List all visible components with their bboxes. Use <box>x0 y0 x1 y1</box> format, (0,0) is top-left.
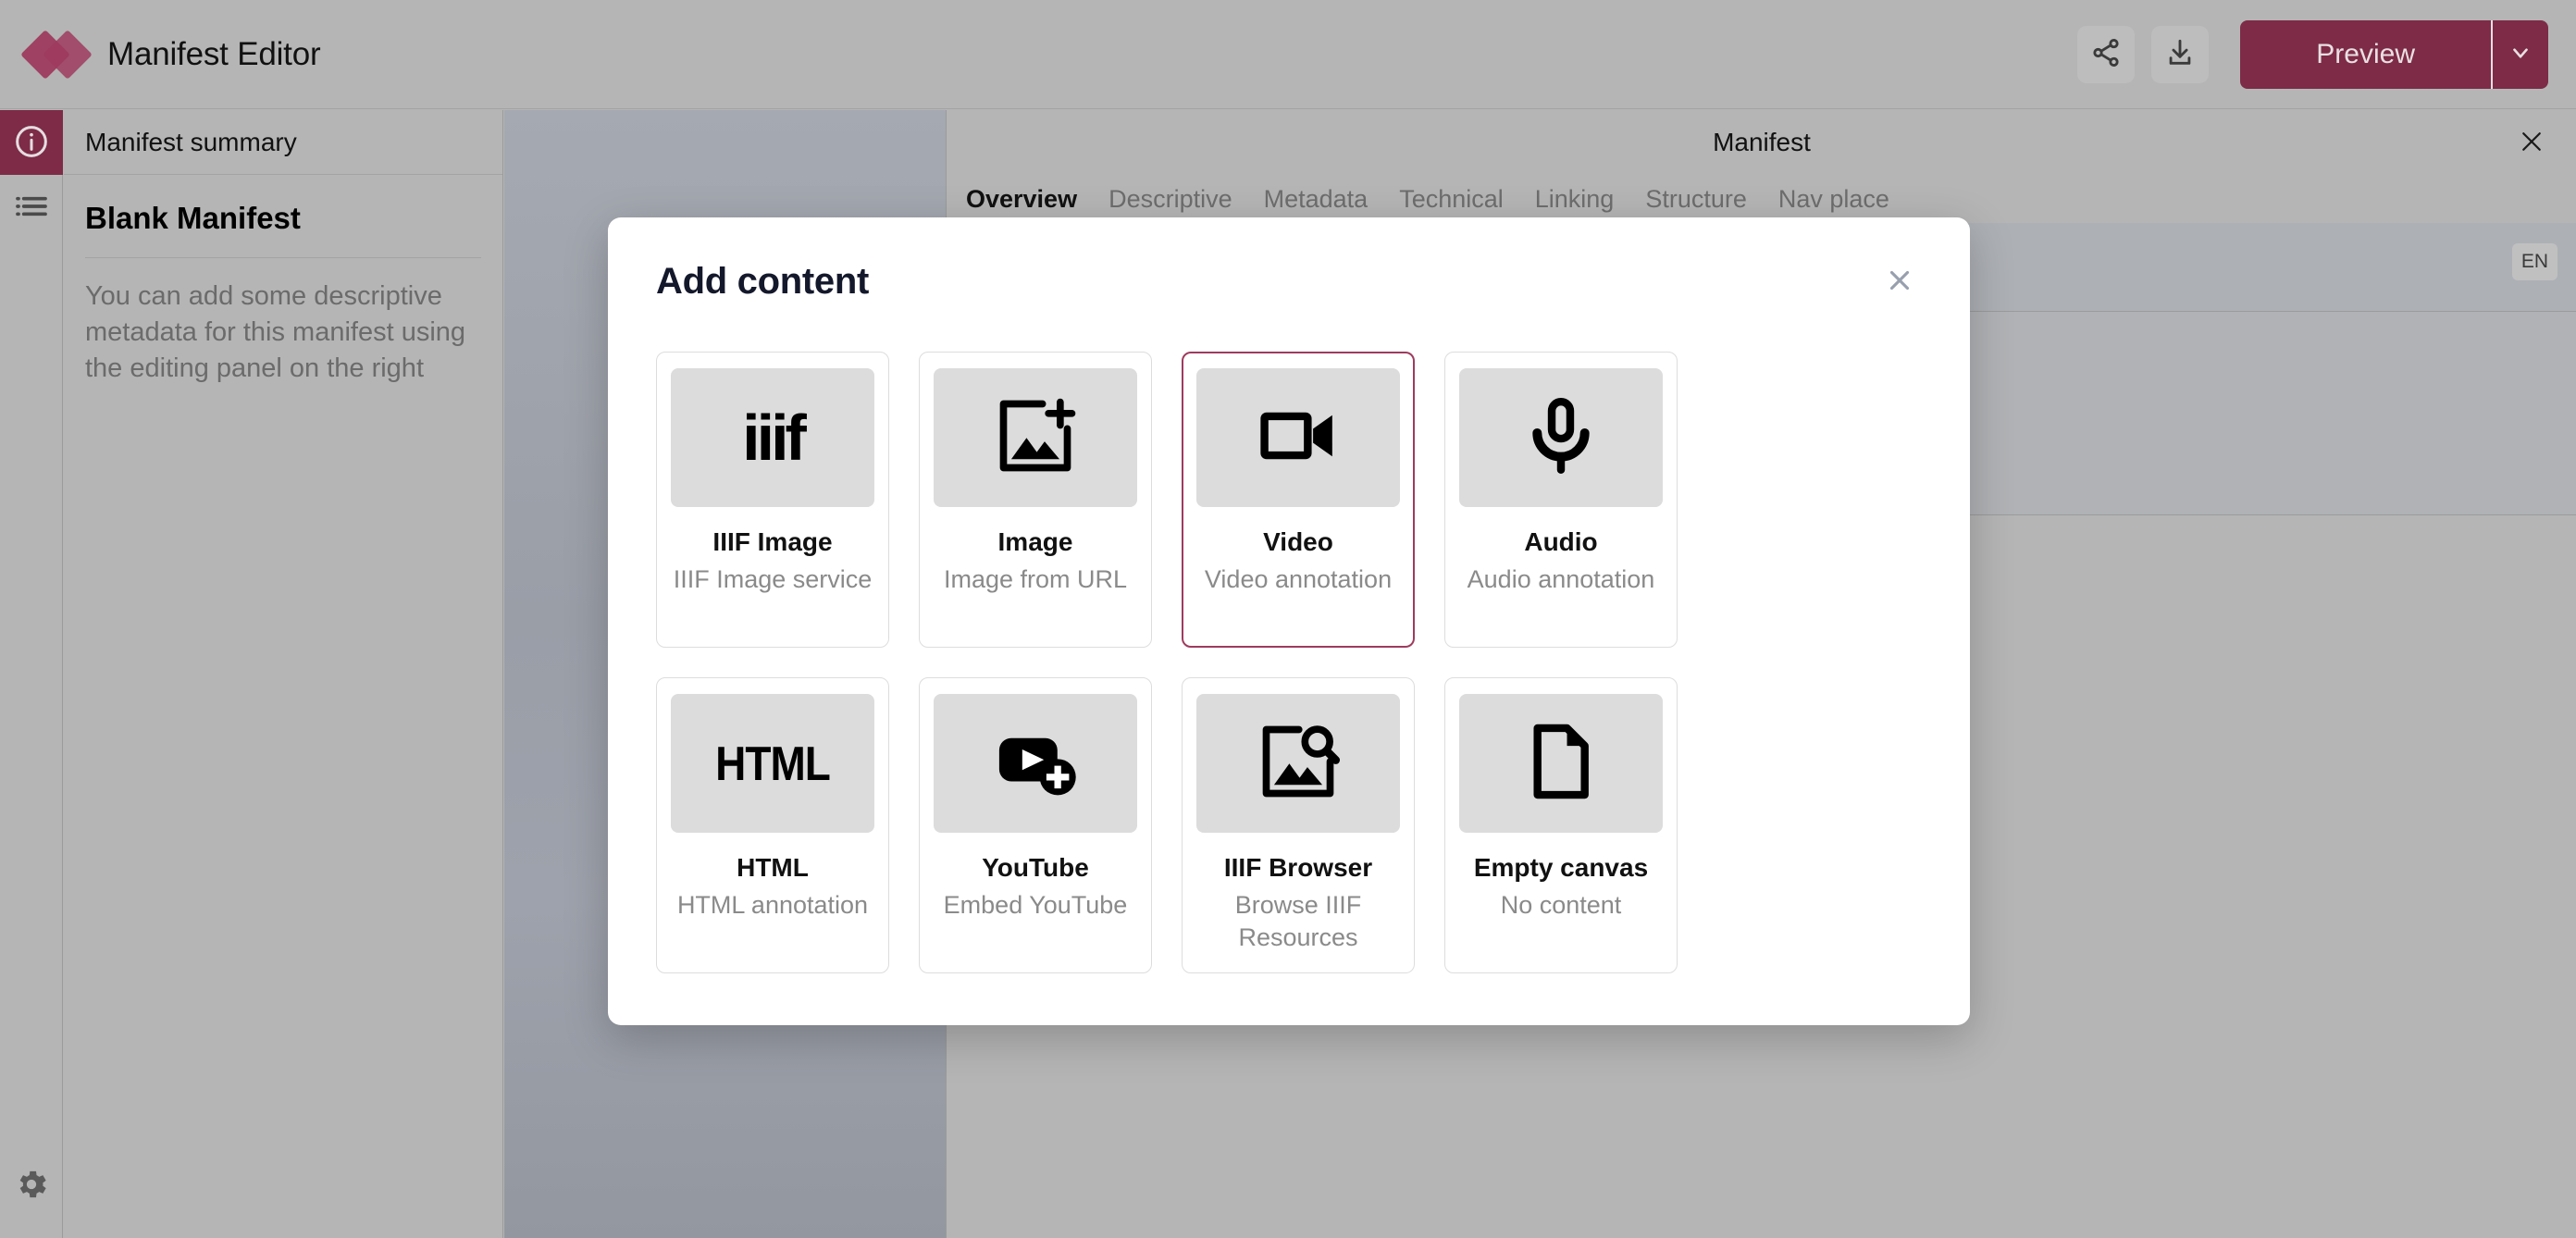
card-thumbnail <box>934 368 1137 507</box>
modal-title: Add content <box>656 260 870 302</box>
card-description: Embed YouTube <box>943 891 1128 919</box>
add-content-modal: Add content iiif IIIF Image IIIF Image s… <box>608 217 1970 1025</box>
youtube-add-icon <box>993 719 1078 809</box>
card-label: Empty canvas <box>1473 853 1649 882</box>
card-label: IIIF Image <box>712 527 833 556</box>
content-card-html[interactable]: HTML HTML HTML annotation <box>656 677 889 974</box>
close-icon <box>1884 265 1915 299</box>
card-label: HTML <box>737 853 809 882</box>
modal-header: Add content <box>608 217 1970 303</box>
content-card-iiif-browser[interactable]: IIIF Browser Browse IIIF Resources <box>1182 677 1415 974</box>
card-label: Video <box>1263 527 1333 556</box>
card-thumbnail <box>1459 694 1663 833</box>
card-label: Audio <box>1524 527 1598 556</box>
content-card-audio[interactable]: Audio Audio annotation <box>1444 352 1678 648</box>
card-description: Image from URL <box>943 565 1128 593</box>
card-label: YouTube <box>982 853 1089 882</box>
card-thumbnail <box>1196 694 1400 833</box>
image-add-icon <box>993 393 1078 483</box>
card-description: Audio annotation <box>1467 565 1655 593</box>
content-card-youtube[interactable]: YouTube Embed YouTube <box>919 677 1152 974</box>
content-card-empty-canvas[interactable]: Empty canvas No content <box>1444 677 1678 974</box>
document-icon <box>1518 719 1604 809</box>
card-description: No content <box>1500 891 1622 919</box>
card-description: HTML annotation <box>676 891 869 919</box>
iiif-logo-icon: iiif <box>742 402 807 474</box>
content-card-video[interactable]: Video Video annotation <box>1182 352 1415 648</box>
card-label: Image <box>997 527 1073 556</box>
content-type-grid: iiif IIIF Image IIIF Image service Image… <box>608 303 1970 974</box>
app-root: Manifest Editor Preview Manifest summary… <box>0 0 2576 1238</box>
card-thumbnail <box>934 694 1137 833</box>
microphone-icon <box>1518 393 1604 483</box>
video-camera-icon <box>1256 393 1341 483</box>
card-thumbnail: iiif <box>671 368 874 507</box>
content-card-iiif-image[interactable]: iiif IIIF Image IIIF Image service <box>656 352 889 648</box>
card-description: Video annotation <box>1204 565 1393 593</box>
card-description: Browse IIIF Resources <box>1234 891 1362 952</box>
image-search-icon <box>1256 719 1341 809</box>
content-card-image[interactable]: Image Image from URL <box>919 352 1152 648</box>
card-thumbnail <box>1459 368 1663 507</box>
card-description: IIIF Image service <box>673 565 873 593</box>
html-logo-icon: HTML <box>715 736 831 791</box>
card-thumbnail: HTML <box>671 694 874 833</box>
card-thumbnail <box>1196 368 1400 507</box>
modal-close-button[interactable] <box>1877 259 1922 303</box>
card-label: IIIF Browser <box>1223 853 1373 882</box>
